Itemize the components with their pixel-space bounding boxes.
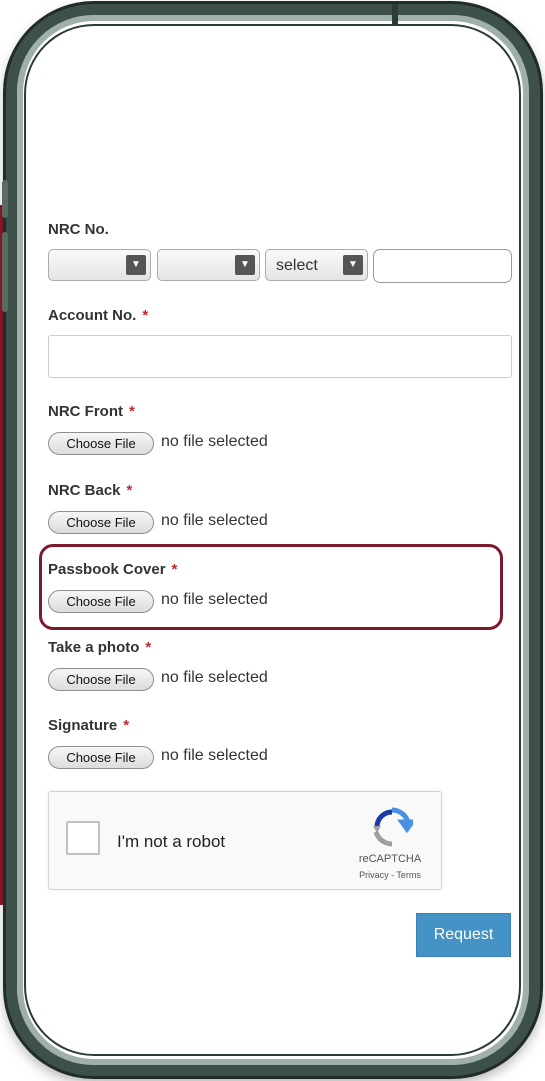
required-marker: * bbox=[126, 482, 133, 499]
dropdown-arrow-icon: ▼ bbox=[235, 255, 255, 275]
account-number-input[interactable] bbox=[48, 335, 512, 378]
choose-file-button[interactable]: Choose File bbox=[48, 746, 154, 769]
take-photo-label: Take a photo * bbox=[48, 639, 152, 656]
nrc-back-label: NRC Back * bbox=[48, 482, 133, 499]
dropdown-arrow-icon: ▼ bbox=[126, 255, 146, 275]
recaptcha-widget: I'm not a robot reCAPTCHA Privacy - Term… bbox=[48, 791, 442, 890]
nrc-front-label: NRC Front * bbox=[48, 403, 135, 420]
passbook-cover-label: Passbook Cover * bbox=[48, 561, 178, 578]
nrc-type-value: select bbox=[276, 257, 318, 274]
file-status: no file selected bbox=[161, 669, 268, 686]
file-status: no file selected bbox=[161, 747, 268, 764]
required-marker: * bbox=[171, 561, 178, 578]
nrc-type-select[interactable]: select ▼ bbox=[265, 249, 368, 281]
choose-file-button[interactable]: Choose File bbox=[48, 432, 154, 455]
recaptcha-brand: reCAPTCHA bbox=[358, 853, 422, 865]
recaptcha-logo-icon bbox=[373, 807, 413, 847]
required-marker: * bbox=[123, 717, 130, 734]
choose-file-button[interactable]: Choose File bbox=[48, 590, 154, 613]
request-button[interactable]: Request bbox=[416, 913, 511, 957]
signature-label: Signature * bbox=[48, 717, 130, 734]
nrc-region-select[interactable]: ▼ bbox=[48, 249, 151, 281]
form-content: NRC No. ▼ ▼ select ▼ Account No. * NRC Fr… bbox=[0, 0, 545, 1081]
file-status: no file selected bbox=[161, 512, 268, 529]
captcha-checkbox[interactable] bbox=[66, 821, 100, 855]
recaptcha-links[interactable]: Privacy - Terms bbox=[345, 870, 435, 880]
nrc-label: NRC No. bbox=[48, 221, 109, 238]
account-label: Account No. * bbox=[48, 307, 149, 324]
dropdown-arrow-icon: ▼ bbox=[343, 255, 363, 275]
nrc-township-select[interactable]: ▼ bbox=[157, 249, 260, 281]
required-marker: * bbox=[142, 307, 149, 324]
nrc-number-input[interactable] bbox=[373, 249, 512, 283]
required-marker: * bbox=[129, 403, 135, 420]
choose-file-button[interactable]: Choose File bbox=[48, 668, 154, 691]
passbook-cover-highlight bbox=[39, 544, 503, 630]
file-status: no file selected bbox=[161, 591, 268, 608]
required-marker: * bbox=[145, 639, 152, 656]
file-status: no file selected bbox=[161, 433, 268, 450]
choose-file-button[interactable]: Choose File bbox=[48, 511, 154, 534]
captcha-label: I'm not a robot bbox=[117, 832, 226, 851]
